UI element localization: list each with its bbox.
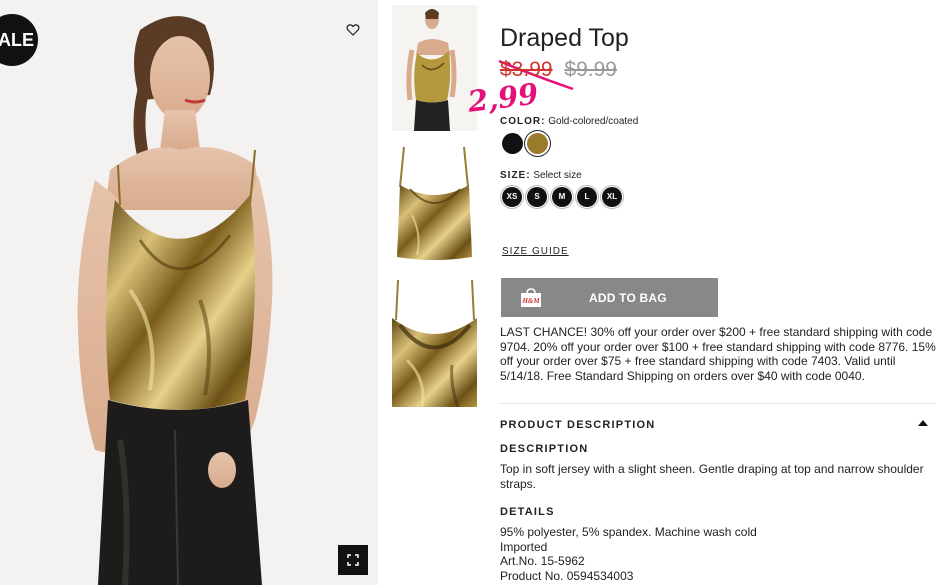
size-option-m[interactable]: M — [552, 187, 572, 207]
size-option-s[interactable]: S — [527, 187, 547, 207]
size-option-xl[interactable]: XL — [602, 187, 622, 207]
svg-text:H&M: H&M — [521, 297, 540, 305]
add-to-bag-button[interactable]: H&M ADD TO BAG — [501, 278, 718, 317]
description-text: Top in soft jersey with a slight sheen. … — [500, 462, 924, 491]
description-heading: DESCRIPTION — [500, 443, 589, 455]
color-value: Gold-colored/coated — [548, 116, 639, 127]
size-row: SIZE: Select size — [500, 170, 582, 181]
add-to-bag-label: ADD TO BAG — [589, 290, 667, 305]
thumbnail-model-image — [392, 5, 477, 131]
color-row: COLOR: Gold-colored/coated — [500, 116, 638, 127]
details-heading: DETAILS — [500, 506, 555, 518]
caret-up-icon — [918, 420, 928, 426]
fullscreen-button[interactable] — [338, 545, 368, 575]
details-line: Product No. 0594534003 — [500, 568, 634, 583]
size-option-xs[interactable]: XS — [502, 187, 522, 207]
details-line: 95% polyester, 5% spandex. Machine wash … — [500, 525, 757, 539]
color-label: COLOR: — [500, 116, 546, 127]
price-row: $3.99 $9.99 — [500, 58, 617, 82]
thumbnail-detail-image — [392, 280, 477, 407]
product-description-toggle[interactable]: PRODUCT DESCRIPTION — [500, 415, 930, 431]
thumbnail-detail[interactable] — [392, 280, 477, 407]
thumbnail-front[interactable] — [392, 145, 477, 265]
original-price: $9.99 — [564, 58, 617, 81]
sale-price: $3.99 — [500, 58, 553, 81]
size-guide-link[interactable]: SIZE GUIDE — [502, 246, 569, 257]
product-title: Draped Top — [500, 24, 629, 52]
shopping-bag-icon: H&M — [521, 287, 541, 307]
swatch-gold[interactable] — [527, 133, 548, 154]
details-line: Art.No. 15-5962 — [500, 554, 585, 568]
fullscreen-icon — [347, 554, 359, 566]
thumbnail-front-image — [397, 146, 472, 260]
swatch-black[interactable] — [502, 133, 523, 154]
size-option-l[interactable]: L — [577, 187, 597, 207]
promo-text: LAST CHANCE! 30% off your order over $20… — [500, 325, 936, 383]
details-line: Imported — [500, 539, 548, 554]
model-photo — [77, 16, 273, 585]
heart-icon — [346, 24, 360, 36]
thumbnail-model[interactable] — [392, 5, 477, 131]
product-description-header: PRODUCT DESCRIPTION — [500, 419, 656, 431]
divider — [500, 403, 936, 404]
details-list: 95% polyester, 5% spandex. Machine wash … — [500, 525, 757, 583]
handwritten-price: 2,99 — [465, 76, 541, 119]
main-product-image[interactable]: ALE — [0, 0, 378, 585]
favorite-button[interactable] — [346, 23, 360, 37]
size-label: SIZE: — [500, 170, 531, 181]
size-value: Select size — [533, 170, 582, 181]
